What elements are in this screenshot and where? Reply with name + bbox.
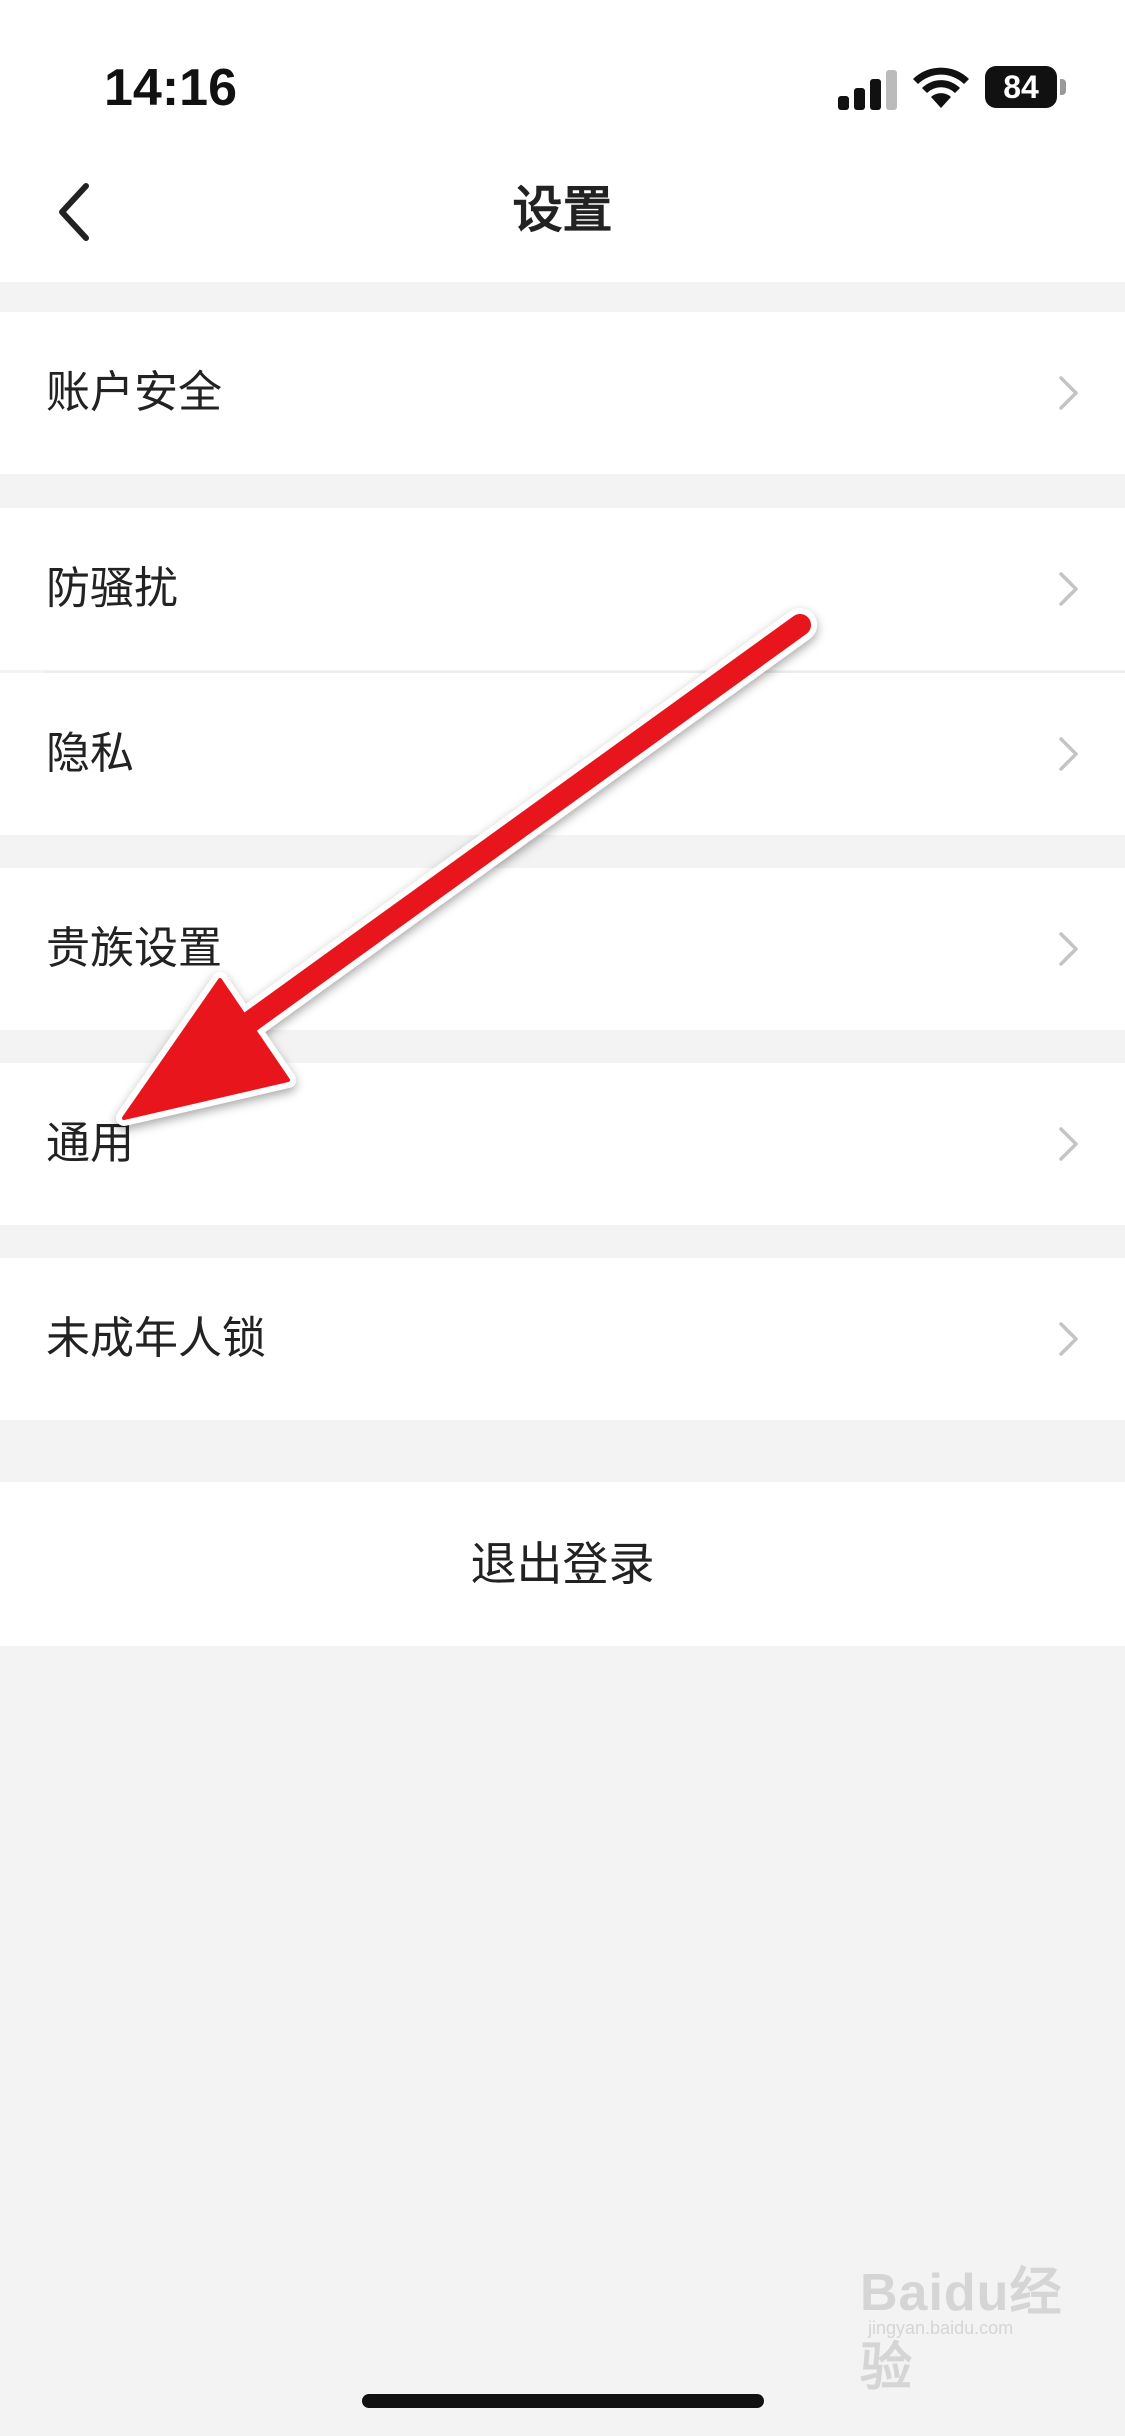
logout-label: 退出登录	[470, 1537, 655, 1591]
settings-item-noble-settings[interactable]: 贵族设置	[0, 868, 1125, 1030]
settings-item-label: 通用	[46, 1118, 134, 1169]
logout-button[interactable]: 退出登录	[0, 1482, 1125, 1646]
settings-item-label: 隐私	[46, 728, 134, 779]
settings-item-label: 贵族设置	[46, 923, 222, 974]
settings-item-label: 防骚扰	[46, 563, 178, 614]
home-indicator[interactable]	[362, 2394, 764, 2408]
settings-item-account-security[interactable]: 账户安全	[0, 312, 1125, 474]
chevron-right-icon	[1059, 572, 1078, 606]
watermark-url: jingyan.baidu.com	[868, 2318, 1014, 2338]
wifi-icon	[913, 67, 969, 108]
status-bar: 14:16 84	[0, 0, 1125, 140]
settings-item-label: 未成年人锁	[46, 1313, 266, 1364]
settings-item-minor-lock[interactable]: 未成年人锁	[0, 1258, 1125, 1420]
cellular-signal-icon	[838, 70, 897, 110]
battery-indicator: 84	[985, 66, 1067, 108]
chevron-right-icon	[1059, 737, 1078, 771]
chevron-right-icon	[1059, 932, 1078, 966]
battery-level: 84	[985, 66, 1057, 108]
page-title: 设置	[512, 181, 613, 239]
chevron-right-icon	[1059, 1127, 1078, 1161]
chevron-right-icon	[1059, 1322, 1078, 1356]
settings-item-label: 账户安全	[46, 367, 222, 418]
settings-item-general[interactable]: 通用	[0, 1063, 1125, 1225]
baidu-watermark: Baidu经验 jingyan.baidu.com	[860, 2240, 1080, 2397]
nav-bar: 设置	[0, 140, 1125, 282]
settings-item-privacy[interactable]: 隐私	[0, 673, 1125, 835]
settings-item-anti-harassment[interactable]: 防骚扰	[0, 508, 1125, 670]
chevron-right-icon	[1059, 376, 1078, 410]
status-time: 14:16	[104, 59, 237, 117]
battery-tip	[1060, 79, 1066, 95]
